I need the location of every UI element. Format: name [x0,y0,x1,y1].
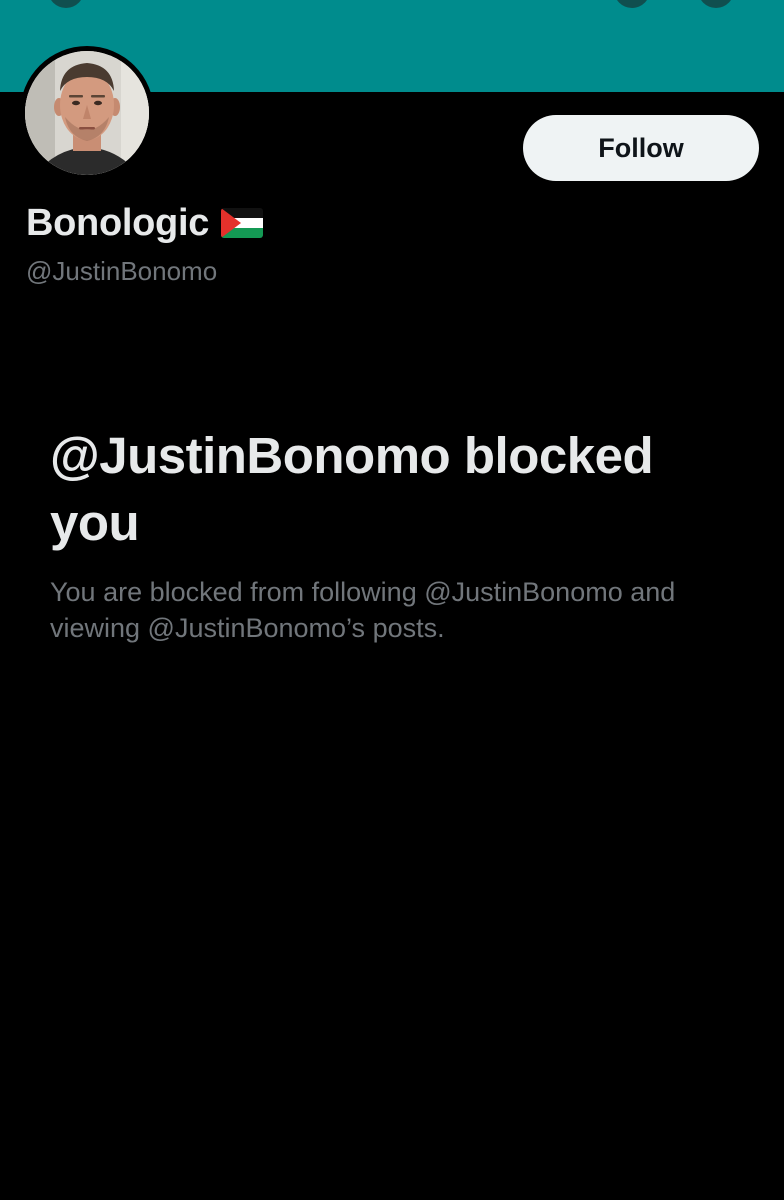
palestine-flag-icon [221,208,264,238]
avatar[interactable] [20,46,154,180]
avatar-image [25,51,149,175]
blocked-title: @JustinBonomo blocked you [50,427,654,551]
follow-button[interactable]: Follow [523,115,759,181]
user-handle: @JustinBonomo [26,256,218,286]
more-options-icon[interactable] [698,0,734,8]
search-icon[interactable] [614,0,650,8]
display-name: Bonologic [26,201,210,244]
display-name-row: Bonologic [26,200,264,246]
blocked-description: You are blocked from following @JustinBo… [50,577,676,643]
back-icon[interactable] [48,0,84,8]
